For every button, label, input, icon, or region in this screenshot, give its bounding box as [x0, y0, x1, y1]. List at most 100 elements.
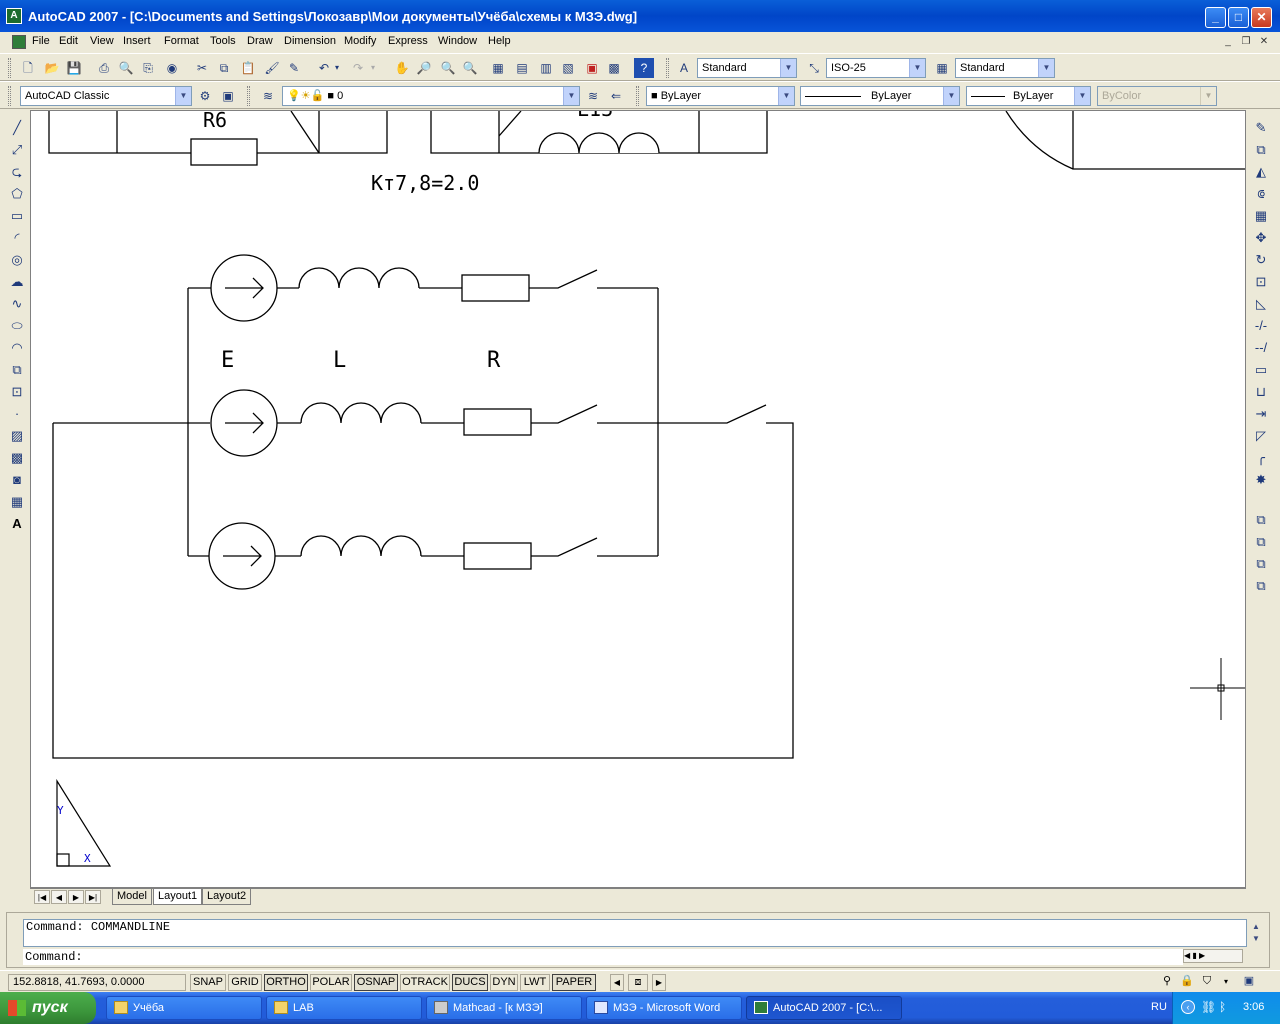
coordinates-display[interactable]: 152.8818, 41.7693, 0.0000 [8, 974, 186, 991]
clock[interactable]: 3:06 [1243, 1001, 1264, 1013]
autocad-app-icon[interactable]: A [6, 8, 22, 24]
break-icon[interactable]: ⊔ [1251, 382, 1271, 402]
erase-icon[interactable]: ✎ [1251, 118, 1271, 138]
array-icon[interactable]: ▦ [1251, 206, 1271, 226]
menu-tools[interactable]: Tools [210, 35, 236, 47]
tab-layout1[interactable]: Layout1 [153, 889, 203, 905]
start-button[interactable]: пуск [0, 992, 96, 1024]
publish-icon[interactable]: ⎘ [138, 58, 158, 78]
drawing-area[interactable]: R6 L13 Кт7,8=2.0 E L R Y X [30, 110, 1246, 888]
tab-layout2[interactable]: Layout2 [202, 889, 252, 905]
draworder-front-icon[interactable]: ⧉ [1251, 510, 1271, 530]
next-tab-icon[interactable]: ▶ [68, 890, 84, 904]
construction-line-icon[interactable]: ⤢ [7, 140, 27, 160]
spline-icon[interactable]: ∿ [7, 294, 27, 314]
save-icon[interactable]: 💾 [64, 58, 84, 78]
cad-standards-icon[interactable]: ⛉ [1198, 974, 1216, 991]
make-block-icon[interactable]: ⊡ [7, 382, 27, 402]
circle-icon[interactable]: ◎ [7, 250, 27, 270]
polyline-icon[interactable]: ⮎ [7, 162, 27, 182]
dyn-toggle[interactable]: DYN [490, 974, 518, 991]
task-uchyoba[interactable]: Учёба [106, 996, 262, 1020]
offset-icon[interactable]: ⟃ [1251, 184, 1271, 204]
make-object-layer-current-icon[interactable]: ≋ [583, 86, 603, 106]
maximize-button[interactable]: □ [1228, 7, 1249, 28]
task-mathcad[interactable]: Mathcad - [к МЗЭ] [426, 996, 582, 1020]
workspace-settings-icon[interactable]: ⚙ [195, 86, 215, 106]
doc-minimize-button[interactable]: _ [1220, 34, 1236, 49]
cut-icon[interactable]: ✂ [192, 58, 212, 78]
doc-close-button[interactable]: ✕ [1256, 34, 1272, 49]
osnap-toggle[interactable]: OSNAP [354, 974, 398, 991]
communication-center-icon[interactable]: ⚲ [1158, 974, 1176, 991]
task-word[interactable]: МЗЭ - Microsoft Word [586, 996, 742, 1020]
undo-icon[interactable]: ↶ [314, 58, 334, 78]
snap-toggle[interactable]: SNAP [190, 974, 226, 991]
maximize-viewport-icon[interactable]: ⧈ [628, 974, 648, 991]
publish-web-icon[interactable]: ◉ [162, 58, 182, 78]
extend-icon[interactable]: --/ [1251, 338, 1271, 358]
revision-cloud-icon[interactable]: ☁ [7, 272, 27, 292]
grid-toggle[interactable]: GRID [228, 974, 262, 991]
break-at-point-icon[interactable]: ▭ [1251, 360, 1271, 380]
command-hscroll[interactable]: ◀ ▮ ▶ [1183, 949, 1243, 963]
insert-block-icon[interactable]: ⧉ [7, 360, 27, 380]
network-icon[interactable]: ⛓ [1201, 1000, 1216, 1014]
mirror-icon[interactable]: ◭ [1251, 162, 1271, 182]
clean-screen-icon[interactable]: ▣ [1240, 974, 1258, 991]
menu-edit[interactable]: Edit [59, 35, 78, 47]
paste-icon[interactable]: 📋 [238, 58, 258, 78]
dim-style-icon[interactable]: ⤡ [804, 58, 824, 78]
layer-manager-icon[interactable]: ≋ [258, 86, 278, 106]
plot-icon[interactable]: ⎙ [94, 58, 114, 78]
sheet-set-icon[interactable]: ▧ [558, 58, 578, 78]
open-icon[interactable]: 📂 [42, 58, 62, 78]
lineweight-select[interactable]: ByLayer ▼ [966, 86, 1091, 106]
toolbar-grip[interactable] [666, 58, 669, 78]
language-indicator[interactable]: RU [1151, 1001, 1167, 1013]
zoom-realtime-icon[interactable]: 🔎 [414, 58, 434, 78]
chamfer-icon[interactable]: ◸ [1251, 426, 1271, 446]
draworder-back-icon[interactable]: ⧉ [1251, 532, 1271, 552]
pan-icon[interactable]: ✋ [392, 58, 412, 78]
tab-model[interactable]: Model [112, 889, 152, 905]
ellipse-arc-icon[interactable]: ◠ [7, 338, 27, 358]
menu-modify[interactable]: Modify [344, 35, 376, 47]
tray-expand-icon[interactable]: ‹ [1181, 1000, 1195, 1014]
linetype-select[interactable]: ByLayer ▼ [800, 86, 960, 106]
text-style-icon[interactable]: A [674, 58, 694, 78]
workspace-select[interactable]: AutoCAD Classic ▼ [20, 86, 192, 106]
bluetooth-icon[interactable]: ᛒ [1219, 1000, 1226, 1014]
trim-icon[interactable]: -/- [1251, 316, 1271, 336]
dim-style-select[interactable]: ISO-25 ▼ [826, 58, 926, 78]
point-icon[interactable]: · [7, 404, 27, 424]
polygon-icon[interactable]: ⬠ [7, 184, 27, 204]
join-icon[interactable]: ⇥ [1251, 404, 1271, 424]
ortho-toggle[interactable]: ORTHO [264, 974, 308, 991]
status-menu-icon[interactable]: ▾ [1220, 974, 1232, 991]
paper-toggle[interactable]: PAPER [552, 974, 596, 991]
menu-view[interactable]: View [90, 35, 114, 47]
lwt-toggle[interactable]: LWT [520, 974, 550, 991]
stretch-icon[interactable]: ◺ [1251, 294, 1271, 314]
redo-icon[interactable]: ↷ [348, 58, 368, 78]
draworder-above-icon[interactable]: ⧉ [1251, 554, 1271, 574]
rectangle-icon[interactable]: ▭ [7, 206, 27, 226]
color-select[interactable]: ■ ByLayer ▼ [646, 86, 795, 106]
line-icon[interactable]: ╱ [7, 118, 27, 138]
command-input[interactable]: Command: [23, 949, 1183, 965]
table-icon[interactable]: ▦ [7, 492, 27, 512]
text-style-select[interactable]: Standard ▼ [697, 58, 797, 78]
doc-restore-button[interactable]: ❐ [1238, 34, 1254, 49]
tool-palettes-icon[interactable]: ▥ [536, 58, 556, 78]
menu-file[interactable]: File [32, 35, 50, 47]
menu-express[interactable]: Express [388, 35, 428, 47]
task-lab[interactable]: LAB [266, 996, 422, 1020]
document-icon[interactable] [12, 35, 26, 49]
menu-insert[interactable]: Insert [123, 35, 151, 47]
ellipse-icon[interactable]: ⬭ [7, 316, 27, 336]
plot-preview-icon[interactable]: 🔍 [116, 58, 136, 78]
menu-window[interactable]: Window [438, 35, 477, 47]
design-center-icon[interactable]: ▤ [512, 58, 532, 78]
copy-object-icon[interactable]: ⧉ [1251, 140, 1271, 160]
